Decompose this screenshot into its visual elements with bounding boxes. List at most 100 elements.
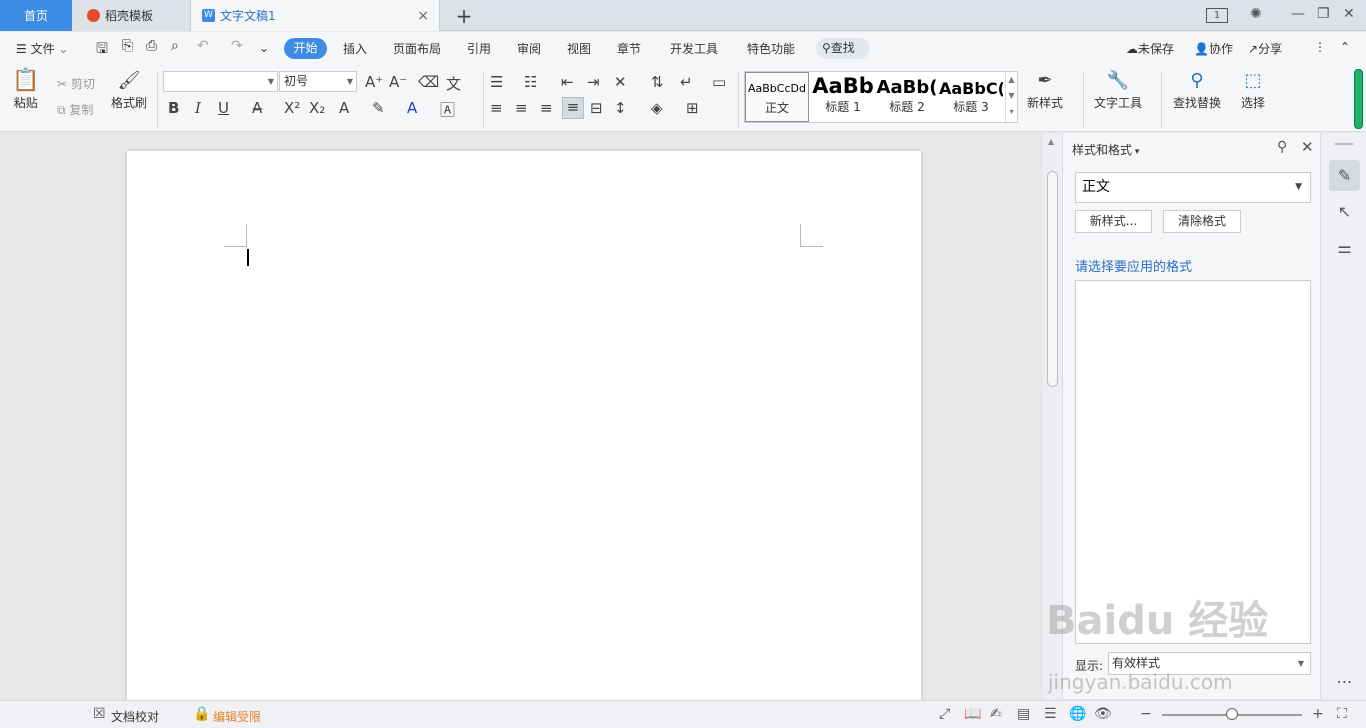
- text-effect-icon[interactable]: A: [339, 99, 349, 117]
- document-page[interactable]: [127, 151, 921, 711]
- style-heading-3[interactable]: AaBbC(标题 3: [939, 72, 1003, 122]
- fullscreen-icon[interactable]: ⤢: [939, 706, 950, 722]
- style-heading-1[interactable]: AaBb 标题 1: [811, 72, 875, 122]
- edit-restricted-button[interactable]: 编辑受限: [213, 708, 261, 725]
- tab-review[interactable]: 审阅: [517, 40, 541, 57]
- show-hide-marks-icon[interactable]: ↵: [680, 73, 693, 91]
- read-mode-icon[interactable]: 📖: [964, 706, 981, 722]
- tab-insert[interactable]: 插入: [343, 40, 367, 57]
- strikethrough-icon[interactable]: A̶: [252, 99, 262, 117]
- tab-special-features[interactable]: 特色功能: [747, 40, 795, 57]
- line-spacing-icon[interactable]: ↕: [614, 99, 627, 117]
- decrease-indent-icon[interactable]: ⇤: [561, 73, 574, 91]
- sort-icon[interactable]: ⇅: [651, 73, 664, 91]
- numbered-list-icon[interactable]: ☷: [524, 73, 537, 91]
- phonetic-guide-icon[interactable]: 文: [446, 73, 461, 94]
- italic-button[interactable]: I: [195, 99, 201, 117]
- eye-protect-icon[interactable]: 👁: [1094, 706, 1112, 722]
- align-right-icon[interactable]: ≡: [540, 99, 553, 117]
- clear-format-button[interactable]: 清除格式: [1163, 210, 1241, 233]
- new-style-panel-button[interactable]: 新样式...: [1075, 210, 1152, 233]
- minimize-button[interactable]: —: [1291, 6, 1305, 22]
- tab-page-layout[interactable]: 页面布局: [393, 40, 441, 57]
- write-mode-icon[interactable]: ✍: [990, 706, 1002, 722]
- zoom-in-icon[interactable]: +: [1312, 706, 1324, 722]
- tab-developer[interactable]: 开发工具: [670, 40, 718, 57]
- search-button[interactable]: ⚲查找: [816, 38, 870, 59]
- tab-document[interactable]: W 文字文稿1 ×: [190, 0, 440, 31]
- superscript-icon[interactable]: X²: [284, 99, 300, 117]
- font-size-combo[interactable]: 初号 ▼: [279, 71, 357, 92]
- justify-icon[interactable]: ≡: [562, 97, 584, 119]
- char-border-icon[interactable]: 🄰: [440, 99, 455, 120]
- close-window-button[interactable]: ✕: [1343, 6, 1355, 22]
- tab-view[interactable]: 视图: [567, 40, 591, 57]
- bullet-list-icon[interactable]: ☰: [490, 73, 503, 91]
- tab-references[interactable]: 引用: [467, 40, 491, 57]
- print-icon[interactable]: ⎙: [146, 38, 157, 54]
- font-color-icon[interactable]: A: [407, 99, 417, 117]
- select-object-rail-icon[interactable]: ↖: [1329, 196, 1360, 227]
- align-left-icon[interactable]: ≡: [490, 99, 503, 117]
- subscript-icon[interactable]: X₂: [309, 99, 325, 117]
- document-canvas[interactable]: [0, 133, 1043, 711]
- outline-view-icon[interactable]: ☰: [1044, 706, 1057, 722]
- undo-icon[interactable]: ↶: [197, 38, 209, 54]
- web-view-icon[interactable]: 🌐: [1069, 706, 1086, 722]
- collaborate-button[interactable]: 👤协作: [1194, 40, 1233, 57]
- style-format-rail-icon[interactable]: ✎: [1329, 160, 1360, 191]
- select-button[interactable]: ⬚ 选择: [1241, 70, 1265, 111]
- page-view-icon[interactable]: ▤: [1017, 706, 1030, 722]
- restore-button[interactable]: ❐: [1317, 6, 1330, 22]
- highlight-icon[interactable]: ✎: [372, 99, 385, 117]
- shading-icon[interactable]: ◈: [651, 99, 663, 117]
- export-icon[interactable]: ⎘: [122, 38, 133, 54]
- tab-close-icon[interactable]: ×: [417, 8, 429, 24]
- increase-indent-icon[interactable]: ⇥: [587, 73, 600, 91]
- format-painter-button[interactable]: 🖌 格式刷: [111, 70, 147, 111]
- tab-chapter[interactable]: 章节: [617, 40, 641, 57]
- unsaved-status[interactable]: ☁未保存: [1126, 40, 1174, 57]
- more-rail-icon[interactable]: ⋯: [1329, 666, 1360, 697]
- share-button[interactable]: ↗分享: [1248, 40, 1282, 57]
- scroll-up-icon[interactable]: ▲: [1048, 137, 1054, 146]
- distribute-icon[interactable]: ⊟: [590, 99, 603, 117]
- shrink-font-icon[interactable]: A⁻: [389, 73, 407, 91]
- clear-format-icon[interactable]: ⌫: [418, 73, 439, 91]
- redo-icon[interactable]: ↷: [231, 38, 243, 54]
- bold-button[interactable]: B: [168, 99, 179, 117]
- underline-button[interactable]: U: [218, 99, 229, 117]
- find-replace-button[interactable]: ⚲ 查找替换: [1173, 70, 1221, 111]
- drag-handle[interactable]: [1335, 143, 1353, 145]
- tab-template[interactable]: 稻壳模板: [73, 0, 189, 31]
- ruler-icon[interactable]: ▭: [712, 73, 726, 91]
- proofread-button[interactable]: 文档校对: [111, 708, 159, 725]
- collapse-ribbon-icon[interactable]: ⌃: [1340, 40, 1350, 54]
- grow-font-icon[interactable]: A⁺: [365, 73, 383, 91]
- panel-title[interactable]: 样式和格式 ▾: [1072, 141, 1139, 158]
- style-gallery-scroll-icon[interactable]: ▲ ▼ ▾: [1005, 72, 1017, 122]
- copy-button[interactable]: ⧉ 复制: [57, 101, 93, 118]
- zoom-out-icon[interactable]: −: [1140, 706, 1152, 722]
- save-icon[interactable]: 🖫: [96, 38, 108, 62]
- close-panel-icon[interactable]: ✕: [1301, 138, 1314, 156]
- style-normal[interactable]: AaBbCcDd 正文: [745, 72, 809, 122]
- zoom-slider-handle[interactable]: [1226, 708, 1238, 720]
- cut-button[interactable]: ✂ 剪切: [57, 75, 95, 92]
- print-preview-icon[interactable]: ⌕: [171, 38, 179, 54]
- style-heading-2[interactable]: AaBb(标题 2: [875, 72, 939, 122]
- chinese-layout-icon[interactable]: ✕: [614, 73, 627, 91]
- font-name-combo[interactable]: ▼: [163, 71, 278, 92]
- fit-page-icon[interactable]: ⛶: [1337, 706, 1347, 722]
- user-avatar-icon[interactable]: ✺: [1250, 6, 1262, 22]
- current-style-select[interactable]: 正文 ▼: [1075, 172, 1311, 203]
- align-center-icon[interactable]: ≡: [515, 99, 528, 117]
- scrollbar-thumb[interactable]: [1047, 171, 1058, 387]
- text-tools-button[interactable]: 🔧 文字工具: [1094, 70, 1142, 111]
- quick-access-dropdown-icon[interactable]: ⌄: [259, 41, 269, 55]
- tab-start[interactable]: 开始: [284, 38, 327, 59]
- borders-icon[interactable]: ⊞: [686, 99, 699, 117]
- tab-home[interactable]: 首页: [0, 0, 72, 31]
- adjust-rail-icon[interactable]: ⚌: [1329, 232, 1360, 263]
- page-count-indicator[interactable]: 1: [1206, 8, 1228, 23]
